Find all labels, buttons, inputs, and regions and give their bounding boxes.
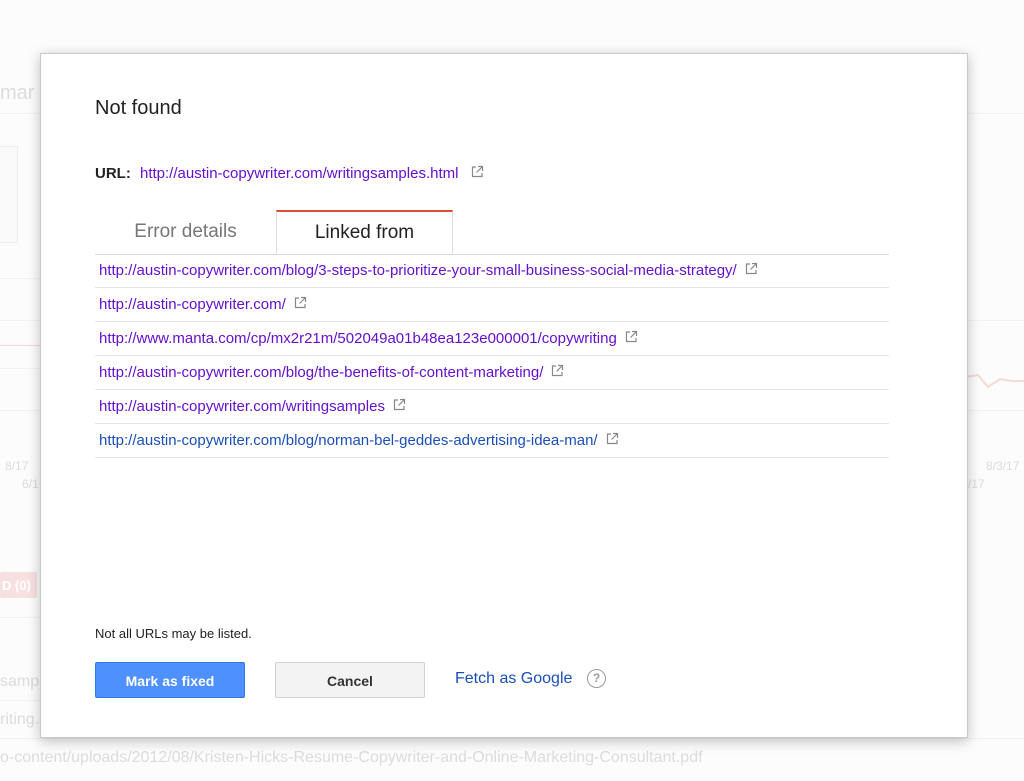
external-link-icon[interactable]: [294, 288, 307, 321]
list-item: http://www.manta.com/cp/mx2r21m/502049a0…: [95, 322, 889, 356]
url-label: URL:: [95, 165, 131, 182]
linked-from-link[interactable]: http://austin-copywriter.com/blog/the-be…: [99, 364, 543, 381]
dialog-title: Not found: [95, 97, 182, 119]
error-url-link[interactable]: http://austin-copywriter.com/writingsamp…: [140, 165, 458, 182]
external-link-icon[interactable]: [393, 390, 406, 423]
mark-as-fixed-button[interactable]: Mark as fixed: [95, 662, 245, 698]
list-item: http://austin-copywriter.com/blog/3-step…: [95, 254, 889, 288]
list-item: http://austin-copywriter.com/writingsamp…: [95, 390, 889, 424]
list-item: http://austin-copywriter.com/blog/the-be…: [95, 356, 889, 390]
cancel-button[interactable]: Cancel: [275, 662, 425, 698]
external-link-icon[interactable]: [606, 424, 619, 457]
linked-from-link[interactable]: http://www.manta.com/cp/mx2r21m/502049a0…: [99, 330, 617, 347]
external-link-icon[interactable]: [745, 254, 758, 287]
external-link-icon[interactable]: [625, 322, 638, 355]
linked-from-list: http://austin-copywriter.com/blog/3-step…: [95, 254, 889, 458]
tab-bar: Error details Linked from: [95, 210, 889, 255]
help-icon[interactable]: ?: [587, 669, 606, 688]
external-link-icon[interactable]: [551, 356, 564, 389]
url-row: URL: http://austin-copywriter.com/writin…: [95, 165, 484, 183]
linked-from-link[interactable]: http://austin-copywriter.com/: [99, 296, 286, 313]
list-item: http://austin-copywriter.com/blog/norman…: [95, 424, 889, 458]
linked-from-link[interactable]: http://austin-copywriter.com/blog/norman…: [99, 432, 598, 449]
fetch-as-google-link[interactable]: Fetch as Google: [455, 670, 572, 688]
not-all-urls-note: Not all URLs may be listed.: [95, 626, 252, 641]
not-found-dialog: Not found URL: http://austin-copywriter.…: [40, 53, 968, 738]
linked-from-link[interactable]: http://austin-copywriter.com/writingsamp…: [99, 398, 385, 415]
list-item: http://austin-copywriter.com/: [95, 288, 889, 322]
tab-error-details[interactable]: Error details: [95, 211, 276, 253]
external-link-icon[interactable]: [471, 165, 484, 182]
linked-from-link[interactable]: http://austin-copywriter.com/blog/3-step…: [99, 262, 737, 279]
tab-linked-from[interactable]: Linked from: [276, 210, 453, 254]
